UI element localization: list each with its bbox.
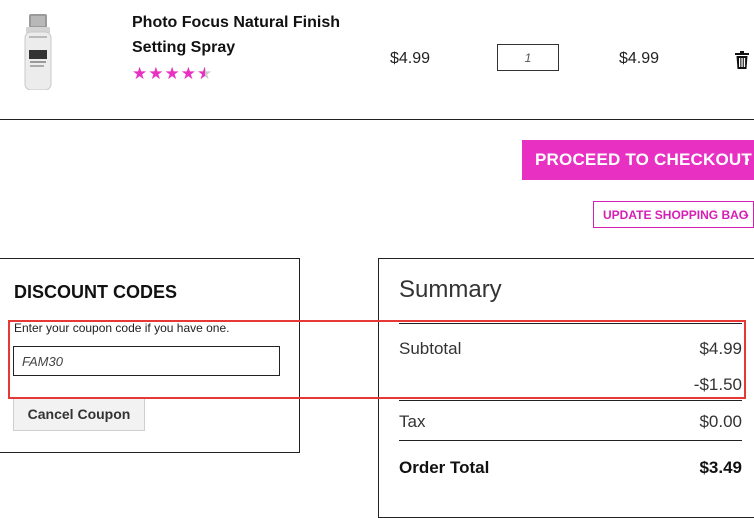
row-divider [0,119,754,120]
star-icon: ★ [180,64,196,83]
cancel-coupon-button[interactable]: Cancel Coupon [13,397,145,431]
product-price: $4.99 [390,50,431,67]
subtotal-label: Subtotal [399,339,462,358]
summary-divider [399,400,742,401]
tax-value: $0.00 [699,412,742,431]
summary-title: Summary [399,276,502,303]
product-thumbnail[interactable] [18,14,58,91]
star-icon: ★ [148,64,164,83]
discount-title: DISCOUNT CODES [14,282,178,302]
coupon-hint: Enter your coupon code if you have one. [14,321,230,335]
update-shopping-bag-button[interactable]: UPDATE SHOPPING BAG › [593,201,754,228]
product-rating: ★ ★ ★ ★ ★ ★ [132,64,212,84]
quantity-input[interactable] [497,44,559,71]
proceed-to-checkout-button[interactable]: PROCEED TO CHECKOUT › [522,140,754,180]
order-total-label: Order Total [399,458,490,477]
star-icon: ★ [164,64,180,83]
tax-label: Tax [399,412,426,431]
star-half-icon: ★ ★ [197,64,213,83]
trash-icon[interactable] [735,51,749,69]
product-name[interactable]: Photo Focus Natural Finish Setting Spray [132,10,352,60]
checkout-label: PROCEED TO CHECKOUT [535,150,752,169]
summary-divider [399,323,742,324]
chevron-right-icon: › [744,207,749,222]
row-subtotal: $4.99 [619,50,660,67]
update-label: UPDATE SHOPPING BAG [603,207,749,222]
summary-divider [399,440,742,441]
star-icon: ★ [132,64,148,83]
coupon-code-input[interactable] [13,346,280,376]
order-total-value: $3.49 [699,458,742,477]
discount-value: -$1.50 [693,375,742,394]
chevron-right-icon: › [743,149,750,169]
subtotal-value: $4.99 [699,339,742,358]
